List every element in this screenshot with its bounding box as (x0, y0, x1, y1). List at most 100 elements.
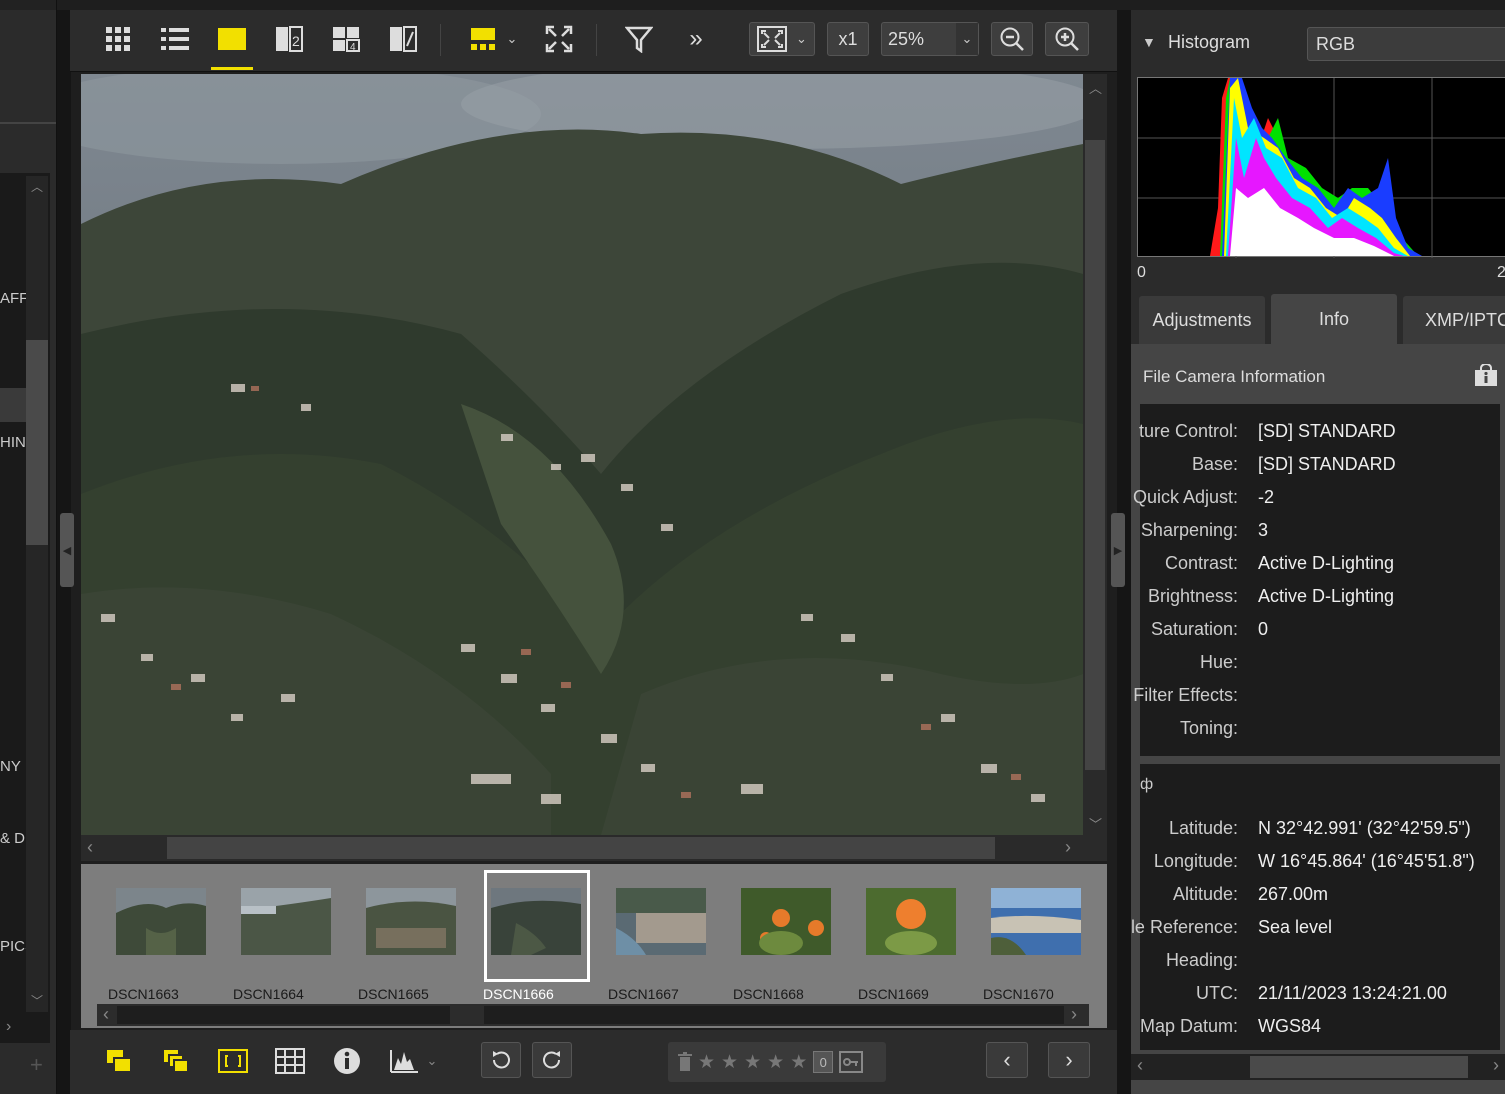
more-tools-icon[interactable]: » (681, 24, 711, 54)
show-all-icon[interactable] (160, 1045, 192, 1077)
viewer-horizontal-scroll-thumb[interactable] (167, 837, 995, 859)
scroll-up-icon[interactable]: ︿ (1089, 78, 1102, 97)
tab-info[interactable]: Info (1271, 294, 1397, 344)
filmstrip-item[interactable]: DSCN1664 (206, 864, 331, 1004)
folder-tree-scrollbar[interactable]: ︿ ﹀ (26, 176, 48, 1012)
filmstrip-scroll-thumb[interactable] (484, 1006, 1064, 1024)
toolbar-separator (596, 24, 597, 56)
focus-point-icon[interactable] (217, 1045, 249, 1077)
next-image-button[interactable]: › (1048, 1042, 1090, 1078)
info-value: Active D-Lighting (1258, 553, 1395, 573)
info-row: Heading: (1140, 950, 1500, 983)
compare-two-icon[interactable]: 2 (274, 24, 304, 54)
previous-image-button[interactable]: ‹ (986, 1042, 1028, 1078)
add-icon[interactable]: + (30, 1052, 43, 1078)
full-screen-icon[interactable] (544, 24, 574, 54)
filmstrip-scrollbar[interactable]: ‹ › (97, 1004, 1089, 1026)
info-lock-icon[interactable] (1474, 364, 1498, 386)
show-selection-icon[interactable] (103, 1045, 135, 1077)
scroll-right-icon[interactable]: › (1493, 1055, 1499, 1076)
folder-item-3[interactable]: NY (0, 758, 21, 775)
before-after-icon[interactable] (388, 24, 418, 54)
collapse-right-handle[interactable]: ▶ (1111, 513, 1125, 587)
info-row: Sharpening: 3 (1140, 520, 1500, 553)
star-1-icon[interactable]: ★ (698, 1051, 715, 1074)
fit-to-screen-dropdown[interactable]: ⌄ (749, 22, 815, 56)
chevron-down-icon[interactable]: ⌄ (502, 24, 522, 54)
zoom-level-select[interactable]: 25% ⌄ (881, 22, 979, 56)
star-5-icon[interactable]: ★ (790, 1051, 807, 1074)
histogram-channel-select[interactable]: RGB (1307, 27, 1505, 61)
chevron-down-icon[interactable]: ⌄ (422, 1045, 442, 1077)
info-value: W 16°45.864' (16°45'51.8") (1258, 851, 1475, 871)
scroll-right-icon[interactable]: › (1071, 1004, 1077, 1025)
protect-icon[interactable] (839, 1051, 864, 1073)
star-2-icon[interactable]: ★ (721, 1051, 738, 1074)
filmstrip-item[interactable]: DSCN1668 (706, 864, 831, 1004)
info-row: Map Datum: WGS84 (1140, 1016, 1500, 1049)
histogram-icon[interactable] (388, 1045, 420, 1077)
single-image-view-icon[interactable] (217, 24, 247, 54)
info-key: Base: (1191, 454, 1238, 474)
rotate-right-button[interactable] (532, 1042, 572, 1078)
folder-item-2[interactable]: HIN (0, 434, 26, 451)
collapse-triangle-icon[interactable]: ▼ (1142, 34, 1156, 50)
rotate-left-button[interactable] (481, 1042, 521, 1078)
star-3-icon[interactable]: ★ (744, 1051, 761, 1074)
viewer-vertical-scroll-thumb[interactable] (1085, 140, 1105, 770)
scroll-left-icon[interactable]: ‹ (87, 837, 93, 858)
zoom-out-button[interactable] (991, 22, 1033, 56)
zoom-in-icon (1055, 27, 1079, 51)
folder-tree-selected-row[interactable] (0, 388, 26, 422)
chevron-right-icon[interactable]: › (6, 1018, 11, 1036)
list-view-icon[interactable] (160, 24, 190, 54)
viewer-vertical-scrollbar[interactable]: ︿ ﹀ (1083, 74, 1107, 835)
info-horizontal-scroll-thumb[interactable] (1250, 1056, 1468, 1078)
info-key: Sharpening: (1140, 520, 1238, 540)
info-key: Toning: (1179, 718, 1238, 738)
scroll-down-icon[interactable]: ﹀ (1089, 814, 1102, 833)
info-value: 0 (1258, 619, 1269, 639)
zoom-in-button[interactable] (1045, 22, 1089, 56)
compare-four-icon[interactable]: 4 (331, 24, 361, 54)
folder-tree-scroll-thumb[interactable] (26, 340, 48, 545)
tab-adjustments[interactable]: Adjustments (1139, 296, 1265, 344)
filmstrip-item[interactable]: DSCN1665 (331, 864, 456, 1004)
scroll-right-icon[interactable]: › (1065, 837, 1071, 858)
filmstrip-item[interactable]: DSCN1669 (831, 864, 956, 1004)
zoom-1x-button[interactable]: x1 (827, 22, 869, 56)
scroll-down-icon[interactable]: ﹀ (31, 992, 43, 1009)
info-key: Heading: (1165, 950, 1238, 970)
filmstrip: DSCN1663 DSCN1664 DSCN1665 DSCN1666 DSCN… (81, 864, 1107, 1028)
star-4-icon[interactable]: ★ (767, 1051, 784, 1074)
filmstrip-item[interactable]: DSCN1667 (581, 864, 706, 1004)
thumbnail-label: DSCN1666 (483, 986, 554, 1002)
image-preview[interactable] (81, 74, 1083, 835)
grid-overlay-icon[interactable] (274, 1045, 306, 1077)
filmstrip-item[interactable]: DSCN1670 (956, 864, 1081, 1004)
right-panel: ▼ Histogram RGB 0 2 Adjustments Info XMP… (1131, 10, 1505, 1094)
trash-icon[interactable] (678, 1052, 692, 1072)
scroll-left-icon[interactable]: ‹ (103, 1004, 109, 1025)
scroll-up-icon[interactable]: ︿ (31, 178, 43, 195)
folder-item-4[interactable]: & D (0, 830, 25, 847)
histogram-header[interactable]: ▼ Histogram RGB (1131, 20, 1505, 61)
collapse-left-handle[interactable]: ◀ (60, 513, 74, 587)
info-row: Base: [SD] STANDARD (1140, 454, 1500, 487)
thumbnail-grid-icon[interactable] (103, 24, 133, 54)
film-strip-layout-icon[interactable] (468, 24, 498, 54)
info-value: 21/11/2023 13:24:21.00 (1258, 983, 1447, 1003)
thumbnail-image (241, 888, 331, 955)
label-count-badge[interactable]: 0 (813, 1051, 834, 1073)
info-key: Filter Effects: (1133, 685, 1238, 705)
viewer-horizontal-scrollbar[interactable]: ‹ › (81, 835, 1107, 861)
info-icon[interactable] (331, 1045, 363, 1077)
tab-xmp-iptc[interactable]: XMP/IPTC (1403, 296, 1505, 344)
active-view-indicator (211, 67, 253, 70)
scroll-left-icon[interactable]: ‹ (1137, 1055, 1143, 1076)
info-row: ture Control: [SD] STANDARD (1139, 421, 1500, 454)
info-row: Latitude: N 32°42.991' (32°42'59.5") (1140, 818, 1500, 851)
info-horizontal-scrollbar[interactable]: ‹ › (1131, 1054, 1505, 1080)
filmstrip-item[interactable]: DSCN1663 (81, 864, 206, 1004)
filter-icon[interactable] (624, 24, 654, 54)
